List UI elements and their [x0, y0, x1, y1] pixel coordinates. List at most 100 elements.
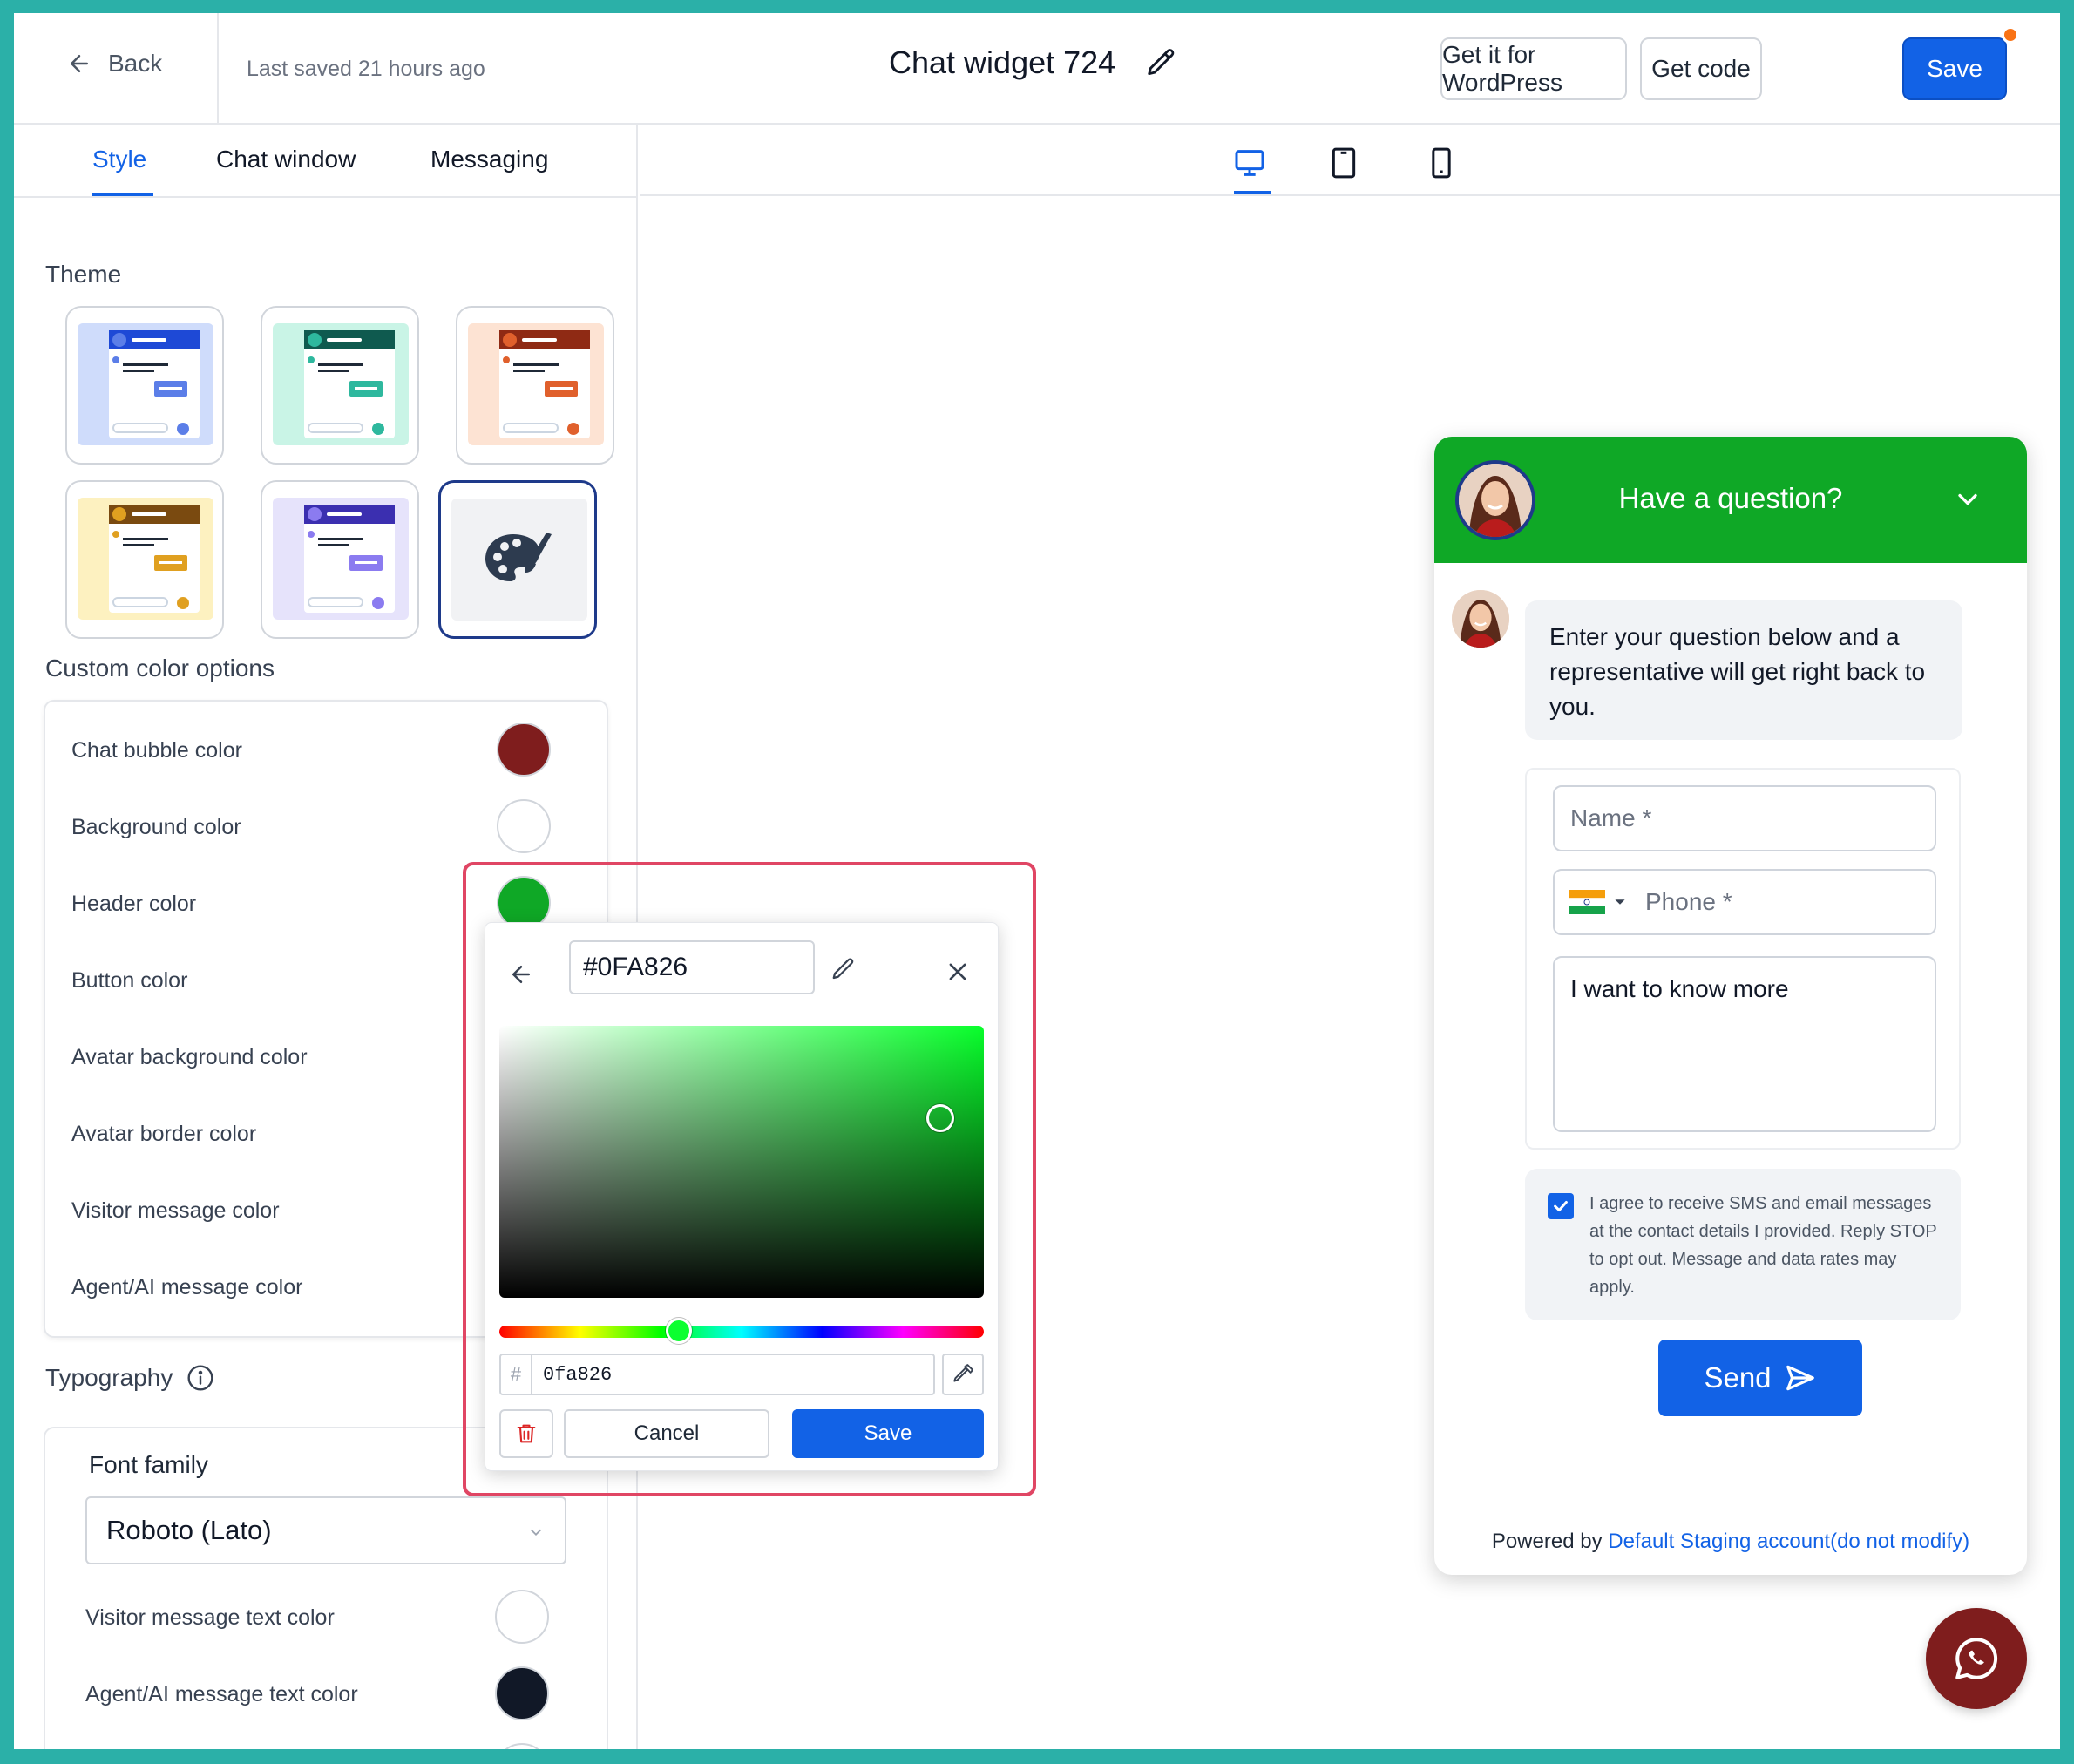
theme-avatar [308, 333, 322, 347]
theme-bubble [349, 555, 383, 571]
back-label: Back [108, 50, 163, 77]
divider [217, 13, 219, 125]
theme-header [304, 505, 395, 524]
device-switcher [640, 125, 2060, 196]
consent-text: I agree to receive SMS and email message… [1589, 1194, 1937, 1297]
theme-header-line [132, 338, 166, 342]
whatsapp-launcher-button[interactable] [1926, 1608, 2027, 1709]
eyedropper-icon [953, 1364, 973, 1382]
theme-avatar [112, 507, 126, 521]
theme-dot [112, 356, 119, 363]
back-button[interactable]: Back [66, 50, 162, 78]
theme-text-line [513, 363, 559, 366]
theme-window [499, 330, 590, 438]
hex-input-row: # 0fa826 [499, 1354, 935, 1395]
name-input[interactable]: Name * [1553, 785, 1936, 851]
hex-display-field[interactable]: #0FA826 [569, 940, 815, 994]
visitor-text-color-swatch[interactable] [495, 1590, 549, 1644]
caret-down-icon[interactable] [1614, 896, 1626, 908]
mobile-icon[interactable] [1424, 146, 1459, 180]
chevron-down-icon [530, 1529, 542, 1537]
saturation-brightness-area[interactable] [499, 1026, 984, 1298]
custom-theme-preview [451, 499, 587, 621]
theme-card-1[interactable] [65, 306, 224, 465]
avatar-border-color-label: Avatar border color [71, 1122, 257, 1146]
theme-text-line [318, 363, 363, 366]
theme-input [112, 423, 168, 433]
theme-text-line [318, 538, 363, 540]
unsaved-indicator-dot [2002, 26, 2019, 44]
custom-color-heading: Custom color options [45, 655, 275, 682]
theme-dot [112, 531, 119, 538]
theme-preview [273, 323, 409, 445]
agent-photo [1452, 590, 1509, 648]
agent-intro-message: Enter your question below and a represen… [1525, 600, 1962, 740]
background-color-swatch[interactable] [497, 799, 551, 853]
hue-slider[interactable] [499, 1318, 984, 1344]
cancel-button[interactable]: Cancel [564, 1409, 769, 1458]
button-color-label: Button color [71, 968, 188, 993]
send-button[interactable]: Send [1658, 1340, 1862, 1416]
theme-card-2[interactable] [261, 306, 419, 465]
get-for-wordpress-button[interactable]: Get it for WordPress [1440, 37, 1627, 100]
top-bar: Back Last saved 21 hours ago Chat widget… [14, 13, 2060, 125]
theme-header-line [327, 512, 362, 516]
theme-input [503, 423, 559, 433]
pencil-icon[interactable] [830, 956, 857, 982]
agent-text-color-swatch[interactable] [495, 1666, 549, 1720]
tablet-icon[interactable] [1326, 146, 1361, 180]
tab-chat-window[interactable]: Chat window [216, 146, 356, 173]
theme-header [109, 330, 200, 349]
pencil-icon[interactable] [1145, 46, 1178, 79]
chat-widget-preview: Have a question? Enter your question bel… [1434, 437, 2027, 1575]
active-tab-indicator [92, 193, 153, 196]
delete-color-button[interactable] [499, 1409, 553, 1458]
hash-prefix: # [501, 1355, 532, 1394]
message-textarea[interactable]: I want to know more [1553, 956, 1936, 1132]
theme-header [304, 330, 395, 349]
theme-input [112, 597, 168, 607]
close-icon[interactable] [946, 960, 970, 984]
whatsapp-icon [1955, 1638, 1998, 1679]
avatar-background-color-label: Avatar background color [71, 1045, 308, 1069]
header-color-label: Header color [71, 892, 197, 916]
theme-header [109, 505, 200, 524]
widget-header-title: Have a question? [1618, 482, 1843, 514]
theme-header-line [327, 338, 362, 342]
phone-input[interactable]: Phone * [1553, 869, 1936, 935]
theme-window [109, 330, 200, 438]
desktop-icon[interactable] [1232, 146, 1267, 180]
chevron-down-icon[interactable] [1952, 484, 1983, 515]
theme-text-line [123, 544, 154, 546]
arrow-left-icon [71, 55, 88, 72]
theme-input [308, 423, 363, 433]
chat-bubble-color-swatch[interactable] [497, 723, 551, 777]
theme-preview [468, 323, 604, 445]
get-code-button[interactable]: Get code [1640, 37, 1762, 100]
theme-avatar [308, 507, 322, 521]
font-family-select[interactable]: Roboto (Lato) [85, 1496, 566, 1564]
agent-text-color-label: Agent/AI message text color [85, 1682, 358, 1706]
tab-style[interactable]: Style [92, 146, 146, 173]
account-link[interactable]: Default Staging account(do not modify) [1608, 1530, 1969, 1553]
theme-bubble [154, 555, 187, 571]
theme-card-3[interactable] [456, 306, 614, 465]
info-icon[interactable] [186, 1364, 214, 1392]
save-button[interactable]: Save [1902, 37, 2007, 100]
saturation-handle[interactable] [925, 1104, 954, 1133]
theme-custom-card[interactable] [438, 480, 597, 639]
hue-handle[interactable] [665, 1318, 692, 1344]
typography-heading: Typography [45, 1364, 214, 1392]
theme-card-4[interactable] [65, 480, 224, 639]
theme-dot [308, 356, 315, 363]
background-color-label: Background color [71, 815, 241, 839]
consent-checkbox[interactable] [1548, 1193, 1574, 1219]
eyedropper-button[interactable] [942, 1354, 984, 1395]
theme-card-5[interactable] [261, 480, 419, 639]
visitor-message-color-label: Visitor message color [71, 1198, 280, 1223]
hex-input[interactable]: 0fa826 [543, 1355, 612, 1394]
tab-messaging[interactable]: Messaging [430, 146, 548, 173]
typography-label: Typography [45, 1364, 173, 1391]
arrow-left-icon[interactable] [508, 961, 534, 987]
picker-save-button[interactable]: Save [792, 1409, 984, 1458]
